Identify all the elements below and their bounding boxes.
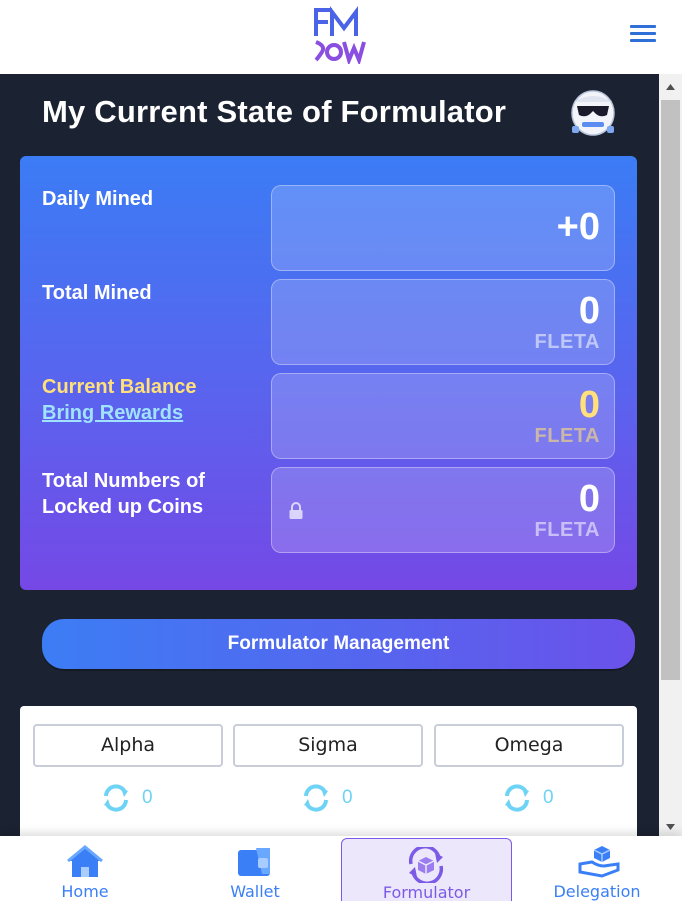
sigma-count: 0 bbox=[300, 782, 380, 816]
alpha-count-value: 0 bbox=[142, 787, 153, 808]
bring-rewards-link[interactable]: Bring Rewards bbox=[42, 400, 197, 426]
current-balance-label-group: Current Balance Bring Rewards bbox=[42, 374, 197, 426]
page-title: My Current State of Formulator bbox=[42, 94, 507, 129]
lock-icon bbox=[289, 502, 303, 519]
fm-logo-icon[interactable] bbox=[312, 6, 366, 64]
total-mined-value: 0 bbox=[578, 290, 600, 332]
locked-coins-label-line2: Locked up Coins bbox=[42, 496, 204, 518]
wallet-icon bbox=[238, 848, 270, 876]
locked-coins-label: Total Numbers of Locked up Coins bbox=[42, 468, 205, 520]
locked-coins-label-line1: Total Numbers of bbox=[42, 470, 205, 492]
sigma-count-value: 0 bbox=[342, 787, 353, 808]
locked-coins-value: 0 bbox=[578, 478, 600, 520]
nav-home[interactable]: Home bbox=[0, 836, 170, 901]
formulator-management-button[interactable]: Formulator Management bbox=[42, 619, 635, 669]
refresh-icon bbox=[104, 784, 128, 812]
delegation-icon bbox=[578, 846, 620, 878]
alpha-count: 0 bbox=[100, 782, 180, 816]
locked-coins-box: 0 FLETA bbox=[271, 467, 615, 553]
omega-count: 0 bbox=[501, 782, 581, 816]
nav-wallet[interactable]: Wallet bbox=[170, 836, 340, 901]
daily-mined-value: +0 bbox=[556, 206, 600, 248]
scrollbar-thumb[interactable] bbox=[661, 100, 680, 680]
current-balance-label: Current Balance bbox=[42, 376, 197, 398]
formulator-icon bbox=[408, 847, 444, 883]
total-mined-unit: FLETA bbox=[534, 331, 600, 353]
nav-home-label: Home bbox=[61, 882, 109, 901]
nav-delegation-label: Delegation bbox=[553, 882, 641, 901]
tab-sigma[interactable]: Sigma bbox=[233, 724, 423, 767]
tier-panel: Alpha Sigma Omega 0 0 0 bbox=[20, 706, 637, 840]
current-balance-box: 0 FLETA bbox=[271, 373, 615, 459]
sunglasses-avatar-icon bbox=[571, 90, 615, 136]
current-balance-unit: FLETA bbox=[534, 425, 600, 447]
locked-coins-unit: FLETA bbox=[534, 519, 600, 541]
tab-alpha[interactable]: Alpha bbox=[33, 724, 223, 767]
total-mined-label: Total Mined bbox=[42, 282, 152, 304]
daily-mined-box: +0 bbox=[271, 185, 615, 271]
omega-count-value: 0 bbox=[543, 787, 554, 808]
total-mined-box: 0 FLETA bbox=[271, 279, 615, 365]
scroll-up-arrow-icon[interactable] bbox=[659, 74, 682, 100]
refresh-icon bbox=[304, 784, 328, 812]
main-content: My Current State of Formulator Daily Min… bbox=[0, 74, 659, 840]
nav-delegation[interactable]: Delegation bbox=[512, 836, 682, 901]
bottom-navigation: Home Wallet Formulator Delegation bbox=[0, 836, 682, 901]
daily-mined-label: Daily Mined bbox=[42, 188, 154, 210]
refresh-icon bbox=[505, 784, 529, 812]
stats-card: Daily Mined +0 Total Mined 0 FLETA Curre… bbox=[20, 156, 637, 590]
current-balance-value: 0 bbox=[578, 384, 600, 426]
home-icon bbox=[67, 845, 103, 877]
tab-omega[interactable]: Omega bbox=[434, 724, 624, 767]
nav-wallet-label: Wallet bbox=[230, 882, 280, 901]
hamburger-menu-icon[interactable] bbox=[626, 20, 660, 48]
nav-formulator-label: Formulator bbox=[382, 883, 471, 901]
top-header bbox=[0, 0, 682, 74]
nav-formulator[interactable]: Formulator bbox=[341, 838, 512, 901]
scrollbar[interactable] bbox=[659, 74, 682, 840]
